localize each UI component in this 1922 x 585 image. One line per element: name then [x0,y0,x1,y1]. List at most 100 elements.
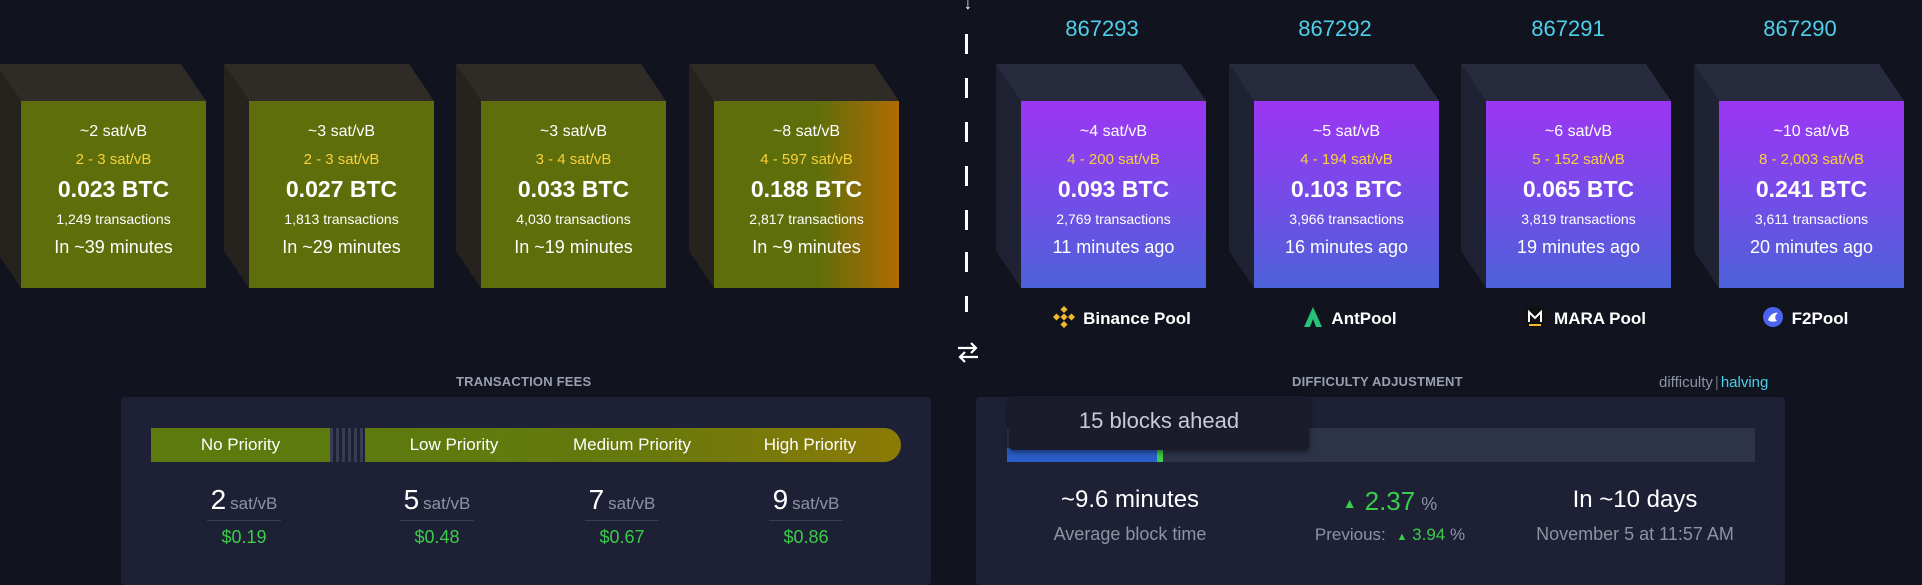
mining-pool-link[interactable]: MARA Pool [1480,306,1690,333]
mined-block[interactable]: ~6 sat/vB 5 - 152 sat/vB 0.065 BTC 3,819… [1461,64,1671,288]
fee-usd: $0.86 [783,527,829,547]
median-fee: ~3 sat/vB [307,123,376,140]
block-eta: In ~9 minutes [752,237,861,257]
toggle-halving[interactable]: halving [1721,374,1769,391]
arrow-up-icon: ▲ [1396,531,1408,543]
median-fee: ~5 sat/vB [1312,123,1381,140]
median-fee: ~3 sat/vB [539,123,608,140]
median-fee: ~8 sat/vB [772,123,841,140]
mining-pool-link[interactable]: F2Pool [1700,306,1910,333]
block-height[interactable]: 867290 [1695,16,1905,42]
pool-name: AntPool [1331,308,1397,328]
adjustment-eta: In ~10 days November 5 at 11:57 AM [1500,486,1770,545]
fee-range: 2 - 3 sat/vB [303,151,380,168]
fee-value: 7 [588,484,605,515]
fee-unit: sat/vB [792,494,840,513]
change-value: 2.37 [1364,486,1416,516]
block-age: 11 minutes ago [1052,237,1175,257]
fee-range: 4 - 597 sat/vB [760,151,853,168]
fee-unit: sat/vB [230,494,278,513]
priority-separator [330,428,364,462]
binance-icon [1053,305,1076,333]
fee-range: 4 - 194 sat/vB [1300,151,1393,168]
fee-priority-bar: No Priority Low Priority Medium Priority… [151,428,901,462]
median-fee: ~10 sat/vB [1773,123,1850,140]
mempool-block[interactable]: ~8 sat/vB 4 - 597 sat/vB 0.188 BTC 2,817… [689,64,899,288]
blocks-ahead-tooltip: 15 blocks ahead [1009,396,1309,450]
pool-name: F2Pool [1791,308,1849,328]
adjustment-eta-value: In ~10 days [1572,486,1698,513]
block-total: 0.241 BTC [1755,176,1868,202]
block-total: 0.033 BTC [517,176,630,202]
arrow-down-icon[interactable]: ↓ [958,0,978,14]
block-eta: In ~29 minutes [282,237,401,257]
fee-usd: $0.19 [221,527,267,547]
fee-low-priority: 5 sat/vB $0.48 [377,484,497,548]
high-priority-label: High Priority [763,435,857,454]
low-priority-label: Low Priority [409,435,499,454]
avg-block-time-label: Average block time [1053,524,1207,544]
tx-count: 3,611 transactions [1754,211,1869,227]
fee-range: 2 - 3 sat/vB [75,151,152,168]
block-eta: In ~39 minutes [54,237,173,257]
progress-mined-fill [1007,448,1157,462]
transaction-fees-title: TRANSACTION FEES [456,374,592,389]
adjustment-eta-date: November 5 at 11:57 AM [1536,524,1734,544]
fee-value: 2 [210,484,227,515]
toggle-difficulty[interactable]: difficulty [1659,374,1713,391]
previous-label: Previous: [1314,525,1386,544]
mara-icon [1524,306,1546,333]
block-height[interactable]: 867293 [997,16,1207,42]
fee-medium-priority: 7 sat/vB $0.67 [562,484,682,548]
median-fee: ~6 sat/vB [1544,123,1613,140]
avg-block-time-value: ~9.6 minutes [1060,486,1200,513]
mining-pool-link[interactable]: AntPool [1245,306,1455,333]
tx-count: 3,819 transactions [1521,211,1636,227]
mined-block[interactable]: ~5 sat/vB 4 - 194 sat/vB 0.103 BTC 3,966… [1229,64,1439,288]
avg-block-time: ~9.6 minutes Average block time [1010,486,1250,545]
previous-value: 3.94 [1412,525,1446,544]
fee-unit: sat/vB [423,494,471,513]
fee-range: 5 - 152 sat/vB [1532,151,1625,168]
antpool-icon [1303,306,1323,333]
no-priority-label: No Priority [151,428,330,462]
block-height[interactable]: 867291 [1463,16,1673,42]
tooltip-text: 15 blocks ahead [1078,408,1240,433]
mempool-block[interactable]: ~3 sat/vB 2 - 3 sat/vB 0.027 BTC 1,813 t… [224,64,434,288]
block-total: 0.103 BTC [1290,176,1403,202]
mempool-block[interactable]: ~3 sat/vB 3 - 4 sat/vB 0.033 BTC 4,030 t… [456,64,666,288]
tx-count: 4,030 transactions [516,211,631,227]
medium-priority-label: Medium Priority [572,435,692,454]
tx-count: 3,966 transactions [1289,211,1404,227]
block-total: 0.027 BTC [285,176,398,202]
block-total: 0.188 BTC [750,176,863,202]
fee-high-priority: 9 sat/vB $0.86 [746,484,866,548]
fee-range: 8 - 2,003 sat/vB [1758,151,1865,168]
fee-usd: $0.48 [414,527,460,547]
block-height[interactable]: 867292 [1230,16,1440,42]
swap-direction-icon[interactable] [954,338,982,366]
fee-value: 5 [403,484,420,515]
difficulty-title: DIFFICULTY ADJUSTMENT [1292,374,1463,389]
mining-pool-link[interactable]: Binance Pool [1017,305,1227,333]
fee-no-priority: 2 sat/vB $0.19 [184,484,304,548]
mined-block[interactable]: ~4 sat/vB 4 - 200 sat/vB 0.093 BTC 2,769… [996,64,1206,288]
mempool-block[interactable]: ~2 sat/vB 2 - 3 sat/vB 0.023 BTC 1,249 t… [0,64,206,288]
pool-name: MARA Pool [1554,308,1646,328]
fee-range: 3 - 4 sat/vB [535,151,612,168]
block-total: 0.093 BTC [1057,176,1170,202]
pool-name: Binance Pool [1083,308,1191,328]
difficulty-halving-toggle: difficulty | halving [1659,374,1769,391]
difficulty-change: ▲ 2.37% Previous: ▲ 3.94 % [1314,486,1466,544]
block-age: 20 minutes ago [1749,237,1874,257]
fee-value: 9 [772,484,789,515]
f2pool-icon [1762,306,1784,333]
median-fee: ~2 sat/vB [79,123,148,140]
median-fee: ~4 sat/vB [1079,123,1148,140]
tx-count: 1,249 transactions [56,211,171,227]
tx-count: 1,813 transactions [284,211,399,227]
arrow-up-icon: ▲ [1342,495,1357,512]
fee-range: 4 - 200 sat/vB [1067,151,1160,168]
block-age: 19 minutes ago [1516,237,1641,257]
mined-block[interactable]: ~10 sat/vB 8 - 2,003 sat/vB 0.241 BTC 3,… [1694,64,1904,288]
